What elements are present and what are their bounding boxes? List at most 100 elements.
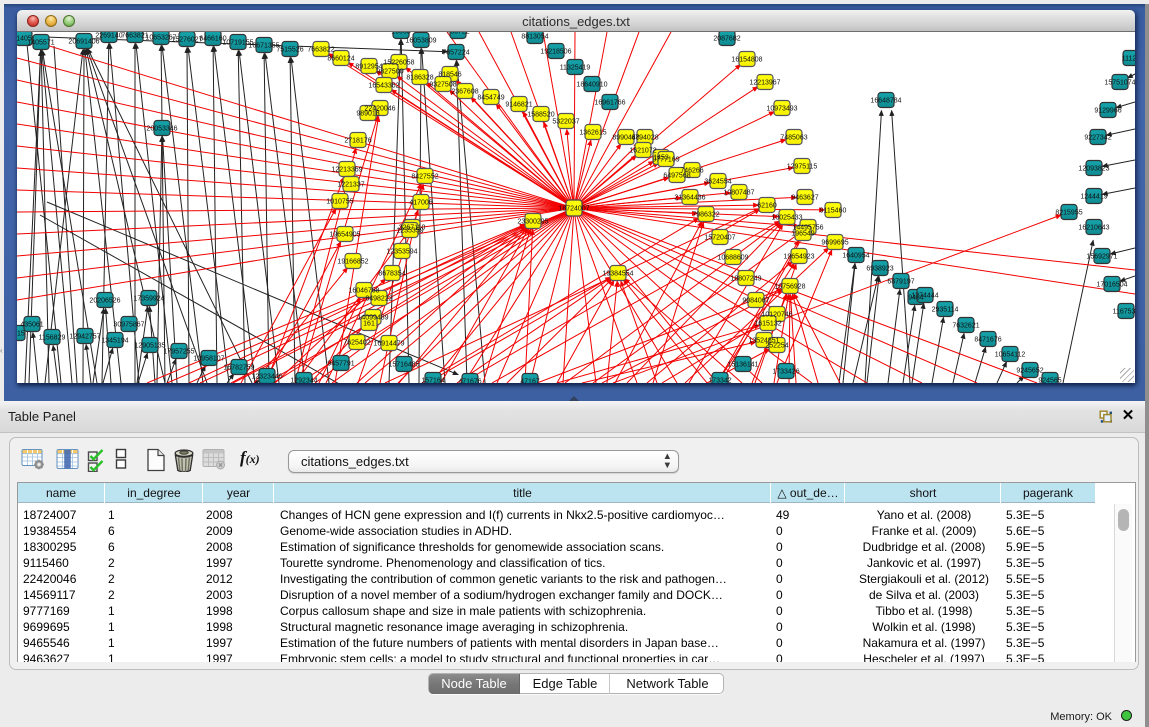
svg-text:1621072: 1621072	[629, 148, 656, 155]
svg-text:7485063: 7485063	[780, 135, 807, 142]
svg-text:19166852: 19166852	[337, 259, 368, 266]
svg-text:17359924: 17359924	[133, 296, 164, 303]
svg-text:16648784: 16648784	[870, 98, 901, 105]
svg-text:9463627: 9463627	[791, 195, 818, 202]
svg-text:10973493: 10973493	[766, 106, 797, 113]
svg-text:10958107: 10958107	[193, 356, 224, 363]
svg-text:12353594: 12353594	[386, 249, 417, 256]
svg-text:435061: 435061	[20, 322, 43, 329]
svg-text:1156829: 1156829	[39, 335, 66, 342]
svg-text:12093823: 12093823	[1078, 166, 1109, 173]
svg-text:9827500: 9827500	[376, 69, 403, 76]
svg-text:10807487: 10807487	[723, 190, 754, 197]
svg-text:10025433: 10025433	[771, 215, 802, 222]
svg-text:1362615: 1362615	[579, 130, 606, 137]
svg-text:9115460: 9115460	[820, 208, 847, 215]
svg-text:3915: 3915	[17, 331, 25, 338]
svg-text:12905135: 12905135	[134, 343, 165, 350]
svg-text:2269140: 2269140	[95, 33, 122, 40]
svg-text:417006: 417006	[409, 200, 432, 207]
svg-text:8427552: 8427552	[411, 174, 438, 181]
svg-text:8678354: 8678354	[378, 271, 405, 278]
svg-text:1588520: 1588520	[527, 112, 554, 119]
svg-text:18807249: 18807249	[730, 276, 761, 283]
svg-text:18640910: 18640910	[576, 82, 607, 89]
svg-text:16053: 16053	[391, 32, 411, 36]
svg-text:10756928: 10756928	[774, 284, 805, 291]
svg-text:10120746: 10120746	[761, 312, 792, 319]
svg-text:12213369: 12213369	[331, 167, 362, 174]
svg-text:9245652: 9245652	[1016, 368, 1043, 375]
svg-text:15136141: 15136141	[727, 362, 758, 369]
svg-text:16046768: 16046768	[348, 288, 379, 295]
svg-text:157164: 157164	[421, 378, 444, 384]
svg-text:1733426: 1733426	[772, 369, 799, 376]
svg-text:1292344: 1292344	[290, 378, 317, 384]
svg-text:7515526: 7515526	[276, 47, 303, 54]
svg-text:3624554: 3624554	[704, 179, 731, 186]
svg-text:15751074: 15751074	[1104, 80, 1135, 87]
svg-text:16053809: 16053809	[405, 38, 436, 45]
svg-text:6938923: 6938923	[866, 266, 893, 273]
svg-text:785722: 785722	[446, 32, 469, 36]
svg-text:6497568: 6497568	[663, 173, 690, 180]
svg-text:1244419: 1244419	[1080, 194, 1107, 201]
svg-text:16543362: 16543362	[368, 83, 399, 90]
svg-text:6879197: 6879197	[887, 279, 914, 286]
svg-text:7625402: 7625402	[343, 340, 370, 347]
svg-text:19654923: 19654923	[783, 254, 814, 261]
svg-text:16671355: 16671355	[248, 43, 279, 50]
svg-text:1345194: 1345194	[101, 338, 128, 345]
svg-text:161: 161	[363, 321, 375, 328]
svg-text:16914479: 16914479	[373, 341, 404, 348]
svg-text:5322037: 5322037	[552, 119, 579, 126]
svg-text:9777169: 9777169	[652, 157, 679, 164]
svg-text:11325419: 11325419	[560, 65, 591, 72]
svg-text:17957255: 17957255	[163, 349, 194, 356]
svg-text:23300295: 23300295	[517, 219, 548, 226]
svg-text:16782759: 16782759	[223, 365, 254, 372]
svg-text:9457791: 9457791	[327, 361, 354, 368]
svg-text:2935114: 2935114	[932, 307, 959, 314]
svg-text:19218506: 19218506	[540, 49, 571, 56]
svg-text:1010755: 1010755	[326, 199, 353, 206]
svg-text:9227342: 9227342	[1084, 135, 1111, 142]
svg-text:818546: 818546	[438, 72, 461, 79]
svg-text:12942757: 12942757	[69, 334, 100, 341]
svg-text:173342: 173342	[708, 378, 731, 384]
svg-text:2367608: 2367608	[451, 89, 478, 96]
svg-text:12323446: 12323446	[251, 374, 282, 381]
svg-text:1274444: 1274444	[911, 293, 938, 300]
svg-text:924565: 924565	[1038, 378, 1061, 384]
svg-text:30975867: 30975867	[113, 322, 144, 329]
svg-text:8498222: 8498222	[365, 296, 392, 303]
svg-text:8454749: 8454749	[477, 95, 504, 102]
svg-text:20691406: 20691406	[68, 39, 99, 46]
svg-text:7663822: 7663822	[307, 47, 334, 54]
svg-text:6794028: 6794028	[631, 135, 658, 142]
svg-text:7857224: 7857224	[442, 50, 469, 57]
svg-text:19384554: 19384554	[602, 271, 633, 278]
svg-text:17016504: 17016504	[1096, 282, 1127, 289]
svg-text:1405571: 1405571	[27, 40, 54, 47]
svg-text:15226058: 15226058	[383, 60, 414, 67]
svg-text:7632621: 7632621	[952, 323, 979, 330]
svg-text:10688609: 10688609	[717, 255, 748, 262]
svg-text:16961766: 16961766	[594, 100, 625, 107]
svg-text:12213967: 12213967	[749, 80, 780, 87]
svg-text:20053346: 20053346	[146, 126, 177, 133]
svg-text:8471676: 8471676	[974, 337, 1001, 344]
svg-text:8186328: 8186328	[406, 75, 433, 82]
svg-text:1221337: 1221337	[337, 182, 364, 189]
svg-text:16210643: 16210643	[1078, 225, 1109, 232]
svg-text:1167533: 1167533	[1113, 309, 1135, 316]
svg-text:2718176: 2718176	[344, 138, 371, 145]
svg-text:7986322: 7986322	[692, 212, 719, 219]
svg-text:9699695: 9699695	[821, 240, 848, 247]
svg-text:1235359: 1235359	[396, 228, 423, 235]
svg-text:11128: 11128	[1122, 56, 1135, 63]
svg-text:16154808: 16154808	[731, 57, 762, 64]
svg-text:1615132: 1615132	[754, 321, 781, 328]
svg-text:9129966: 9129966	[1094, 108, 1121, 115]
svg-text:18724007: 18724007	[558, 206, 589, 213]
